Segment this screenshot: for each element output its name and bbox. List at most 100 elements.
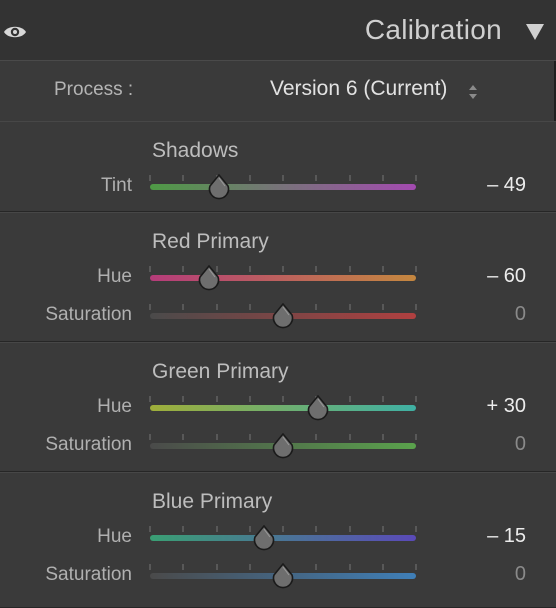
slider-tick [149, 175, 151, 181]
slider-label: Saturation [45, 304, 132, 325]
slider-label: Hue [97, 396, 132, 417]
slider-thumb[interactable] [270, 433, 296, 459]
slider-value[interactable]: – 15 [487, 525, 526, 548]
slider-tick [381, 175, 384, 181]
slider-tick [215, 434, 218, 440]
slider-ticks [149, 396, 417, 403]
panel-title: Calibration [364, 14, 502, 45]
slider-thumb[interactable] [196, 265, 222, 291]
slider-tick [348, 175, 351, 181]
slider-tick [182, 396, 185, 402]
slider-tick [149, 526, 151, 532]
process-label: Process : [54, 79, 134, 100]
slider-tick [282, 175, 284, 181]
slider-thumb[interactable] [270, 563, 296, 589]
slider-tick [348, 526, 351, 532]
slider-tick [182, 564, 185, 570]
slider-tick [348, 396, 351, 402]
slider-tick [149, 266, 151, 272]
slider-thumb[interactable] [305, 395, 331, 421]
slider-tick [248, 396, 251, 402]
slider-ticks [149, 266, 417, 273]
slider-label: Saturation [45, 564, 132, 585]
slider-tick [415, 526, 417, 532]
slider-tick [149, 564, 151, 570]
slider-tick [381, 564, 384, 570]
slider-tick [149, 304, 151, 310]
slider-tick [315, 175, 318, 181]
slider-tick [381, 434, 384, 440]
eye-icon[interactable] [2, 20, 28, 44]
slider-tick [348, 434, 351, 440]
slider-track[interactable] [150, 405, 416, 411]
slider-tick [215, 526, 218, 532]
calibration-panel: Calibration Process : Version 6 (Current… [0, 0, 556, 608]
slider-tick [315, 266, 318, 272]
triangle-down-icon[interactable] [524, 22, 546, 42]
slider-label: Tint [101, 175, 132, 196]
slider-value[interactable]: 0 [515, 303, 526, 326]
slider-tick [381, 396, 384, 402]
slider-tick [348, 564, 351, 570]
section-title: Shadows [152, 139, 239, 162]
slider-track[interactable] [150, 535, 416, 541]
slider-tick [381, 266, 384, 272]
slider-tick [149, 434, 151, 440]
slider-thumb[interactable] [206, 174, 232, 200]
slider-tick [415, 434, 417, 440]
slider-tick [315, 526, 318, 532]
slider-value[interactable]: – 60 [487, 265, 526, 288]
slider-label: Hue [97, 266, 132, 287]
slider-ticks [149, 175, 417, 182]
slider-tick [248, 304, 251, 310]
slider-tick [215, 304, 218, 310]
section-0: Shadows Tint – 49 [0, 121, 556, 212]
slider-track[interactable] [150, 184, 416, 190]
slider-tick [149, 396, 151, 402]
section-2: Green Primary Hue + 30 Saturation 0 [0, 342, 556, 472]
section-title: Red Primary [152, 230, 269, 253]
slider-tick [415, 304, 417, 310]
slider-tick [182, 526, 185, 532]
slider-tick [415, 266, 417, 272]
slider-track[interactable] [150, 275, 416, 281]
slider-value[interactable]: + 30 [487, 395, 526, 418]
slider-tick [348, 266, 351, 272]
slider-tick [415, 564, 417, 570]
section-1: Red Primary Hue – 60 Saturation 0 [0, 212, 556, 342]
slider-tick [415, 396, 417, 402]
slider-tick [315, 564, 318, 570]
slider-label: Saturation [45, 434, 132, 455]
slider-value[interactable]: 0 [515, 433, 526, 456]
slider-tick [248, 175, 251, 181]
process-version-select[interactable]: Version 6 (Current) [270, 77, 447, 101]
slider-tick [282, 266, 284, 272]
slider-tick [182, 434, 185, 440]
slider-value[interactable]: – 49 [487, 174, 526, 197]
slider-tick [182, 266, 185, 272]
slider-value[interactable]: 0 [515, 563, 526, 586]
slider-tick [348, 304, 351, 310]
slider-tick [282, 396, 284, 402]
slider-tick [282, 526, 284, 532]
slider-tick [248, 434, 251, 440]
slider-thumb[interactable] [251, 525, 277, 551]
slider-tick [415, 175, 417, 181]
updown-chevron-icon[interactable] [466, 81, 480, 103]
slider-tick [381, 526, 384, 532]
slider-thumb[interactable] [270, 303, 296, 329]
slider-ticks [149, 526, 417, 533]
slider-tick [182, 175, 185, 181]
process-row: Process : Version 6 (Current) [0, 60, 556, 122]
slider-label: Hue [97, 526, 132, 547]
slider-tick [381, 304, 384, 310]
slider-tick [315, 304, 318, 310]
slider-tick [182, 304, 185, 310]
section-3: Blue Primary Hue – 15 Saturation 0 [0, 472, 556, 608]
slider-tick [215, 396, 218, 402]
slider-tick [215, 564, 218, 570]
slider-tick [248, 266, 251, 272]
slider-tick [315, 434, 318, 440]
slider-tick [248, 564, 251, 570]
panel-header[interactable]: Calibration [0, 0, 556, 61]
